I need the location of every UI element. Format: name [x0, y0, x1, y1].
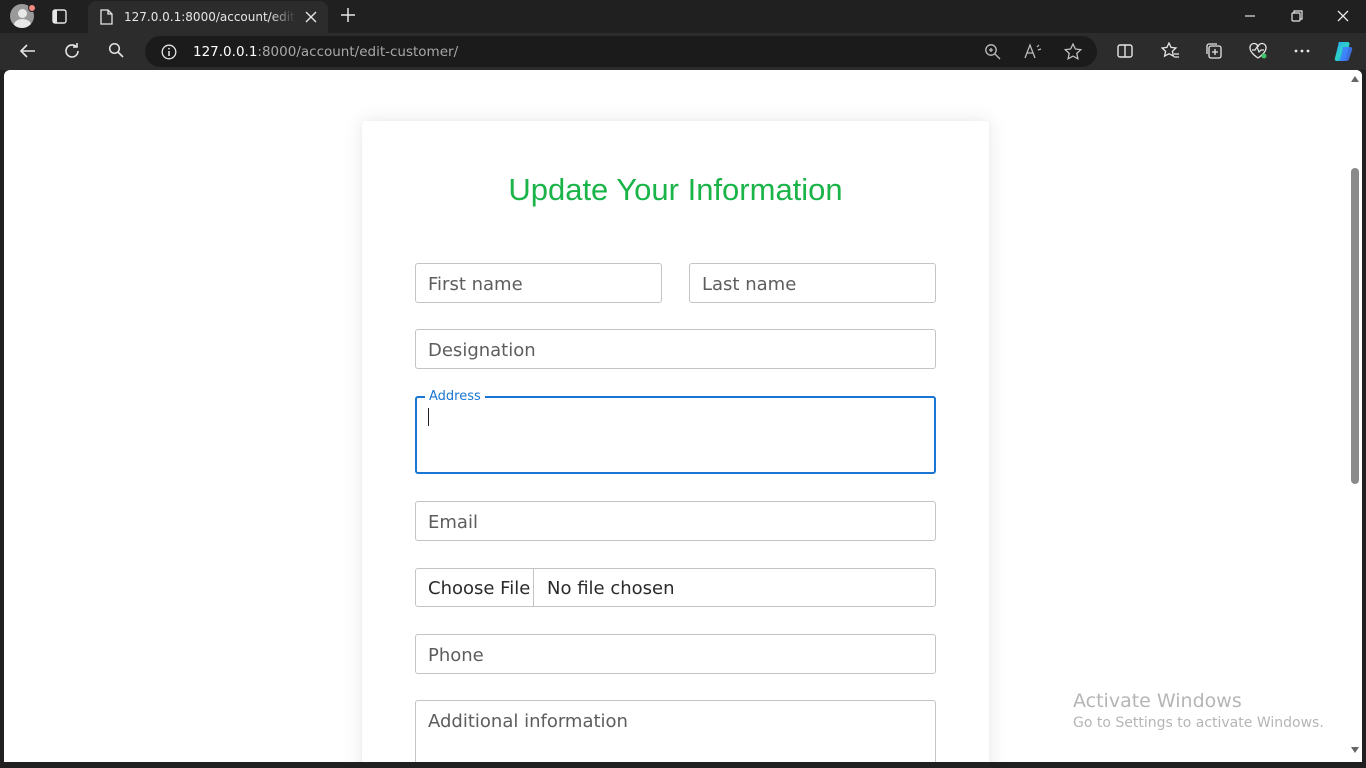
- update-form-card: Update Your Information First name Last …: [362, 121, 989, 762]
- page-viewport: Update Your Information First name Last …: [4, 70, 1362, 762]
- copilot-icon[interactable]: [1332, 39, 1356, 68]
- first-name-placeholder: First name: [428, 274, 523, 295]
- url-host: 127.0.0.1: [193, 44, 258, 60]
- favorites-icon[interactable]: [1160, 41, 1180, 65]
- additional-info-placeholder: Additional information: [428, 711, 628, 732]
- text-caret: [428, 408, 429, 426]
- phone-field[interactable]: Phone: [415, 634, 936, 674]
- email-field[interactable]: Email: [415, 501, 936, 541]
- last-name-placeholder: Last name: [702, 274, 797, 295]
- collections-icon[interactable]: [1205, 42, 1223, 65]
- scroll-down-arrow-icon[interactable]: [1351, 747, 1359, 753]
- more-icon[interactable]: [1293, 42, 1311, 65]
- notification-dot: [28, 4, 36, 12]
- email-placeholder: Email: [428, 512, 478, 533]
- refresh-icon[interactable]: [63, 42, 81, 65]
- info-icon[interactable]: [161, 44, 177, 65]
- url-path: :8000/account/edit-customer/: [257, 44, 459, 60]
- page-icon: [99, 9, 113, 30]
- url-text[interactable]: 127.0.0.1:8000/account/edit-customer/: [193, 44, 458, 60]
- title-bar: 127.0.0.1:8000/account/edit-customer/: [0, 0, 1366, 33]
- performance-icon[interactable]: [1249, 42, 1268, 65]
- watermark-line-1: Activate Windows: [1073, 690, 1242, 712]
- star-icon[interactable]: [1063, 42, 1083, 65]
- new-tab-plus-icon[interactable]: [340, 7, 356, 28]
- scrollbar-thumb[interactable]: [1351, 168, 1359, 484]
- first-name-field[interactable]: First name: [415, 263, 662, 303]
- choose-file-button[interactable]: Choose File: [416, 569, 534, 606]
- choose-file-label: Choose File: [428, 578, 531, 599]
- close-window-icon[interactable]: [1336, 8, 1350, 29]
- browser-toolbar: 127.0.0.1:8000/account/edit-customer/: [0, 33, 1366, 70]
- split-screen-icon[interactable]: [1116, 42, 1134, 65]
- minimize-icon[interactable]: [1243, 8, 1257, 29]
- watermark-line-2: Go to Settings to activate Windows.: [1073, 715, 1324, 731]
- designation-placeholder: Designation: [428, 340, 536, 361]
- page-title: Update Your Information: [508, 172, 843, 207]
- tab-actions-icon[interactable]: [51, 8, 68, 25]
- address-label: Address: [425, 389, 485, 404]
- phone-placeholder: Phone: [428, 645, 484, 666]
- additional-info-field[interactable]: Additional information: [415, 700, 936, 762]
- taskbar-edge: [0, 762, 1366, 768]
- scroll-up-arrow-icon[interactable]: [1351, 76, 1359, 82]
- tab-title: 127.0.0.1:8000/account/edit-customer/: [124, 10, 296, 24]
- read-aloud-icon[interactable]: [1024, 43, 1042, 65]
- address-bar[interactable]: 127.0.0.1:8000/account/edit-customer/: [145, 36, 1097, 67]
- search-icon[interactable]: [108, 42, 124, 63]
- active-tab[interactable]: 127.0.0.1:8000/account/edit-customer/: [88, 1, 328, 33]
- address-field[interactable]: Address: [415, 389, 936, 474]
- file-input[interactable]: Choose File No file chosen: [415, 568, 936, 607]
- activate-windows-watermark: Activate Windows Go to Settings to activ…: [1073, 690, 1324, 731]
- vertical-scrollbar[interactable]: [1348, 70, 1362, 762]
- close-tab-icon[interactable]: [304, 10, 318, 29]
- restore-icon[interactable]: [1290, 8, 1304, 29]
- file-status-text: No file chosen: [547, 578, 675, 599]
- designation-field[interactable]: Designation: [415, 329, 936, 369]
- back-icon[interactable]: [19, 42, 37, 65]
- last-name-field[interactable]: Last name: [689, 263, 936, 303]
- zoom-icon[interactable]: [984, 43, 1001, 65]
